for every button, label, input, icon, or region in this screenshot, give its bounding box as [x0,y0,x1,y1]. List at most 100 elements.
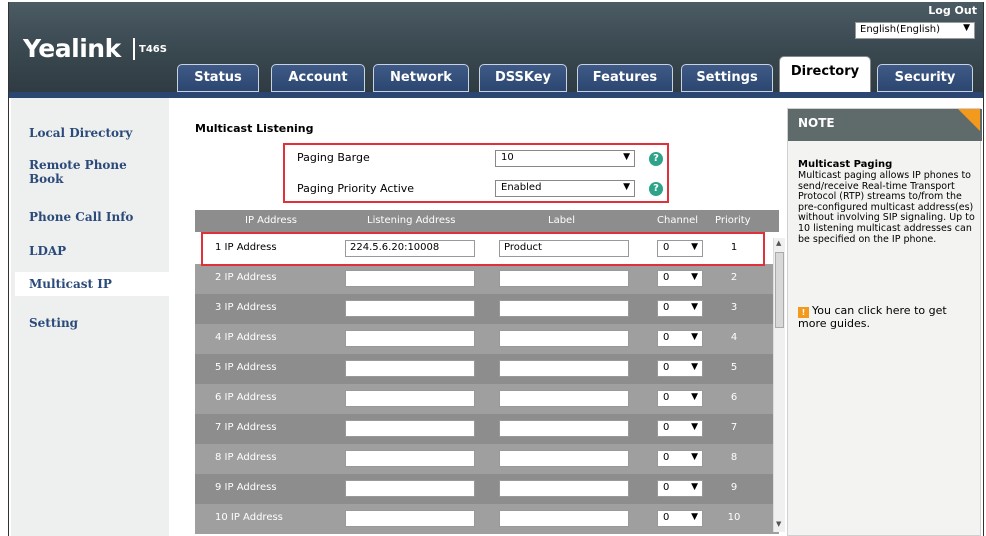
channel-select[interactable]: 0 ▼ [657,480,703,497]
chevron-down-icon: ▼ [963,23,970,33]
label-input[interactable] [499,510,629,527]
main-tabs: Status Account Network DSSKey Features S… [9,56,983,94]
note-title: Multicast Paging [798,159,893,170]
channel-select[interactable]: 0 ▼ [657,390,703,407]
channel-select[interactable]: 0 ▼ [657,270,703,287]
channel-value: 0 [663,512,670,523]
chevron-down-icon: ▼ [691,512,698,522]
sidebar-item-ldap[interactable]: LDAP [29,244,159,258]
sidebar-item-setting[interactable]: Setting [29,316,159,330]
guide-link[interactable]: ! You can click here to get more guides. [798,305,978,330]
listening-address-input[interactable] [345,300,475,317]
listening-address-input[interactable] [345,330,475,347]
header-channel: Channel [657,215,699,226]
channel-select[interactable]: 0 ▼ [657,450,703,467]
table-row: 10 IP Address 0 ▼ 10 [195,504,779,534]
tab-settings[interactable]: Settings [681,64,773,92]
priority-value: 4 [730,332,738,343]
header-priority: Priority [715,215,751,226]
main-panel: Multicast Listening Paging Barge 10 ▼ ? … [173,98,785,536]
label-input[interactable] [499,360,629,377]
scroll-down-icon[interactable]: ▼ [776,520,781,528]
chevron-down-icon: ▼ [691,272,698,282]
language-select[interactable]: English(English) ▼ [855,22,975,39]
header-listening-address: Listening Address [367,215,456,226]
listening-address-input[interactable] [345,450,475,467]
label-input[interactable] [499,450,629,467]
channel-value: 0 [663,272,670,283]
channel-value: 0 [663,332,670,343]
channel-select[interactable]: 0 ▼ [657,510,703,527]
channel-select[interactable]: 0 ▼ [657,420,703,437]
row-label: 9 IP Address [215,482,277,493]
sidebar-item-multicast-ip[interactable]: Multicast IP [15,272,169,296]
row-label: 5 IP Address [215,362,277,373]
chevron-down-icon: ▼ [691,302,698,312]
channel-value: 0 [663,452,670,463]
channel-value: 0 [663,362,670,373]
language-value: English(English) [860,24,941,35]
chevron-down-icon: ▼ [691,362,698,372]
priority-value: 6 [730,392,738,403]
label-input[interactable] [499,330,629,347]
row-label: 2 IP Address [215,272,277,283]
row-label: 10 IP Address [215,512,283,523]
listening-address-input[interactable] [345,360,475,377]
table-row: 4 IP Address 0 ▼ 4 [195,324,779,354]
priority-value: 3 [730,302,738,313]
help-icon[interactable]: ? [649,152,663,166]
listening-address-input[interactable] [345,420,475,437]
label-input[interactable] [499,480,629,497]
sidebar-item-local-directory[interactable]: Local Directory [29,126,159,140]
priority-value: 2 [730,272,738,283]
scroll-up-icon[interactable]: ▲ [776,239,781,247]
chevron-down-icon: ▼ [691,482,698,492]
paging-barge-select[interactable]: 10 ▼ [495,150,635,167]
section-title: Multicast Listening [195,122,314,135]
listening-address-input[interactable] [345,390,475,407]
tab-security[interactable]: Security [877,64,973,92]
sidebar-item-phone-call-info[interactable]: Phone Call Info [29,210,159,224]
paging-barge-value: 10 [501,152,514,163]
paging-barge-label: Paging Barge [297,151,370,164]
listening-address-input[interactable] [345,270,475,287]
note-text: Multicast paging allows IP phones to sen… [798,170,975,245]
label-input[interactable] [499,270,629,287]
sidebar: Local Directory Remote Phone Book Phone … [11,98,169,536]
chevron-down-icon: ▼ [691,422,698,432]
row-label: 7 IP Address [215,422,277,433]
label-input[interactable] [499,420,629,437]
table-header: IP Address Listening Address Label Chann… [195,210,779,232]
channel-value: 0 [663,482,670,493]
priority-value: 5 [730,362,738,373]
scroll-thumb[interactable] [775,252,784,328]
label-input[interactable] [499,300,629,317]
priority-value: 9 [730,482,738,493]
header: Yealink T46S Log Out English(English) ▼ … [9,2,983,98]
tab-account[interactable]: Account [271,64,365,92]
model-label: T46S [139,44,167,55]
tab-directory[interactable]: Directory [779,56,871,94]
tab-dsskey[interactable]: DSSKey [479,64,567,92]
help-icon[interactable]: ? [649,182,663,196]
listening-address-input[interactable] [345,510,475,527]
label-input[interactable] [499,390,629,407]
chevron-down-icon: ▼ [691,392,698,402]
paging-priority-value: Enabled [501,182,542,193]
channel-select[interactable]: 0 ▼ [657,330,703,347]
tab-network[interactable]: Network [373,64,469,92]
row-label: 6 IP Address [215,392,277,403]
browser-frame: Yealink T46S Log Out English(English) ▼ … [8,2,984,536]
sidebar-item-remote-phone-book[interactable]: Remote Phone Book [29,158,139,186]
guide-text: You can click here to get more guides. [798,304,947,330]
listening-address-input[interactable] [345,480,475,497]
tab-status[interactable]: Status [177,64,259,92]
table-row: 7 IP Address 0 ▼ 7 [195,414,779,444]
paging-priority-select[interactable]: Enabled ▼ [495,180,635,197]
channel-select[interactable]: 0 ▼ [657,360,703,377]
tab-features[interactable]: Features [577,64,673,92]
logout-link[interactable]: Log Out [928,4,977,17]
note-panel: NOTE Multicast Paging Multicast paging a… [787,108,982,536]
table-scrollbar[interactable]: ▲ ▼ [773,238,785,532]
channel-select[interactable]: 0 ▼ [657,300,703,317]
